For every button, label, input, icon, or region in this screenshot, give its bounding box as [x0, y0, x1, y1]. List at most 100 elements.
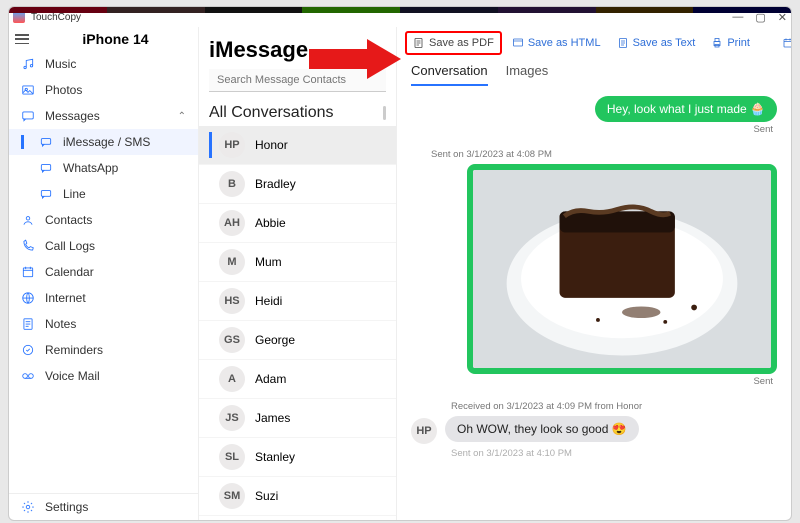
- sidebar-item-settings[interactable]: Settings: [9, 494, 198, 520]
- sidebar-item-label: Settings: [45, 500, 88, 514]
- text-icon: [617, 37, 629, 49]
- selection-bar: [209, 288, 212, 314]
- sidebar-item-label: Notes: [45, 317, 76, 331]
- conversation-panel: Save as PDF Save as HTML Save as Text Pr…: [397, 27, 791, 520]
- save-html-button[interactable]: Save as HTML: [506, 33, 607, 53]
- calendar-icon: [782, 37, 792, 49]
- avatar: HP: [219, 132, 245, 158]
- menu-icon[interactable]: [15, 34, 29, 44]
- calls-icon: [21, 239, 35, 253]
- contact-james[interactable]: JSJames: [199, 399, 396, 438]
- contact-name: Abbie: [255, 216, 286, 230]
- app-title: TouchCopy: [31, 12, 81, 23]
- message-timestamp: Received on 3/1/2023 at 4:09 PM from Hon…: [451, 401, 642, 412]
- save-pdf-label: Save as PDF: [429, 37, 494, 49]
- sidebar-item-imessage-sms[interactable]: iMessage / SMS: [9, 129, 198, 155]
- selection-bar: [209, 405, 212, 431]
- sidebar-item-voice-mail[interactable]: Voice Mail: [9, 363, 198, 389]
- contact-maja[interactable]: MBMaja: [199, 516, 396, 520]
- avatar: GS: [219, 327, 245, 353]
- avatar: A: [219, 366, 245, 392]
- message-image[interactable]: [467, 164, 777, 374]
- contact-adam[interactable]: A Adam: [199, 360, 396, 399]
- sidebar-item-label: Contacts: [45, 213, 92, 227]
- sidebar-item-label: Messages: [45, 109, 100, 123]
- sidebar-item-photos[interactable]: Photos: [9, 77, 198, 103]
- sidebar-item-music[interactable]: Music: [9, 51, 198, 77]
- toolbar: Save as PDF Save as HTML Save as Text Pr…: [397, 27, 791, 55]
- sidebar-item-label: Voice Mail: [45, 369, 100, 383]
- filter-dates-button[interactable]: Filter Dates: [776, 33, 792, 53]
- sidebar-item-notes[interactable]: Notes: [9, 311, 198, 337]
- contacts-panel: iMessage All Conversations HPHonorBBradl…: [199, 27, 397, 520]
- avatar: HP: [411, 418, 437, 444]
- contact-name: James: [255, 411, 290, 425]
- contact-abbie[interactable]: AHAbbie: [199, 204, 396, 243]
- message-bubble: Oh WOW, they look so good 😍: [445, 416, 639, 442]
- contact-name: Bradley: [255, 177, 296, 191]
- contact-list: HP Honor B Bradley AHAbbie M Mum HSHeidi GS Georg…: [199, 126, 396, 520]
- sidebar-item-label: WhatsApp: [63, 161, 118, 175]
- avatar: SM: [219, 483, 245, 509]
- avatar: M: [219, 249, 245, 275]
- contact-name: Mum: [255, 255, 282, 269]
- contact-stanley[interactable]: SL Stanley: [199, 438, 396, 477]
- scroll-hint: [383, 106, 386, 120]
- gear-icon: [21, 500, 35, 514]
- contact-mum[interactable]: M Mum: [199, 243, 396, 282]
- sidebar-item-calendar[interactable]: Calendar: [9, 259, 198, 285]
- contact-name: George: [255, 333, 295, 347]
- save-text-label: Save as Text: [633, 37, 696, 49]
- contact-honor[interactable]: HP Honor: [199, 126, 396, 165]
- sidebar-item-label: Call Logs: [45, 239, 95, 253]
- contact-suzi[interactable]: SM Suzi: [199, 477, 396, 516]
- sidebar-item-label: Music: [45, 57, 76, 71]
- sidebar-item-whatsapp[interactable]: WhatsApp: [9, 155, 198, 181]
- message-received: Received on 3/1/2023 at 4:09 PM from Hon…: [411, 397, 777, 463]
- message-status: Sent: [753, 124, 773, 135]
- contact-name: Adam: [255, 372, 286, 386]
- sidebar-item-line[interactable]: Line: [9, 181, 198, 207]
- sidebar-item-contacts[interactable]: Contacts: [9, 207, 198, 233]
- message-status: Sent: [753, 376, 773, 387]
- annotation-arrow: [309, 35, 401, 83]
- html-icon: [512, 37, 524, 49]
- selection-bar: [209, 171, 212, 197]
- chat-icon: [39, 161, 53, 175]
- message-bubble: Hey, look what I just made 🧁: [595, 96, 777, 122]
- chat-icon: [39, 135, 53, 149]
- sidebar-item-label: Calendar: [45, 265, 94, 279]
- music-icon: [21, 57, 35, 71]
- sidebar-item-label: Line: [63, 187, 86, 201]
- tab-images[interactable]: Images: [506, 63, 549, 86]
- save-text-button[interactable]: Save as Text: [611, 33, 702, 53]
- app-window: TouchCopy — ▢ ✕ iPhone 14 MusicPhotosMes…: [8, 6, 792, 521]
- pdf-icon: [413, 37, 425, 49]
- message-list[interactable]: Hey, look what I just made 🧁 Sent Sent o…: [397, 86, 791, 520]
- message-sent: Hey, look what I just made 🧁 Sent: [411, 96, 777, 135]
- sidebar-item-label: Internet: [45, 291, 86, 305]
- sidebar-item-label: iMessage / SMS: [63, 135, 150, 149]
- tab-conversation[interactable]: Conversation: [411, 63, 488, 86]
- avatar: B: [219, 171, 245, 197]
- nav-list: Music PhotosMessages⌃ iMessage / SMS WhatsA…: [9, 51, 198, 493]
- messages-icon: [21, 109, 35, 123]
- contact-name: Suzi: [255, 489, 278, 503]
- contacts-icon: [21, 213, 35, 227]
- print-button[interactable]: Print: [705, 33, 756, 53]
- contact-heidi[interactable]: HSHeidi: [199, 282, 396, 321]
- message-timestamp: Sent on 3/1/2023 at 4:08 PM: [431, 149, 552, 160]
- selection-bar: [209, 210, 212, 236]
- sidebar-item-call-logs[interactable]: Call Logs: [9, 233, 198, 259]
- sidebar-item-reminders[interactable]: Reminders: [9, 337, 198, 363]
- sidebar-item-messages[interactable]: Messages⌃: [9, 103, 198, 129]
- tabs: Conversation Images: [397, 55, 791, 86]
- contact-name: Honor: [255, 138, 288, 152]
- contact-george[interactable]: GS George: [199, 321, 396, 360]
- print-icon: [711, 37, 723, 49]
- sidebar-item-internet[interactable]: Internet: [9, 285, 198, 311]
- avatar: SL: [219, 444, 245, 470]
- contact-name: Stanley: [255, 450, 295, 464]
- save-pdf-button[interactable]: Save as PDF: [405, 31, 502, 55]
- contact-bradley[interactable]: B Bradley: [199, 165, 396, 204]
